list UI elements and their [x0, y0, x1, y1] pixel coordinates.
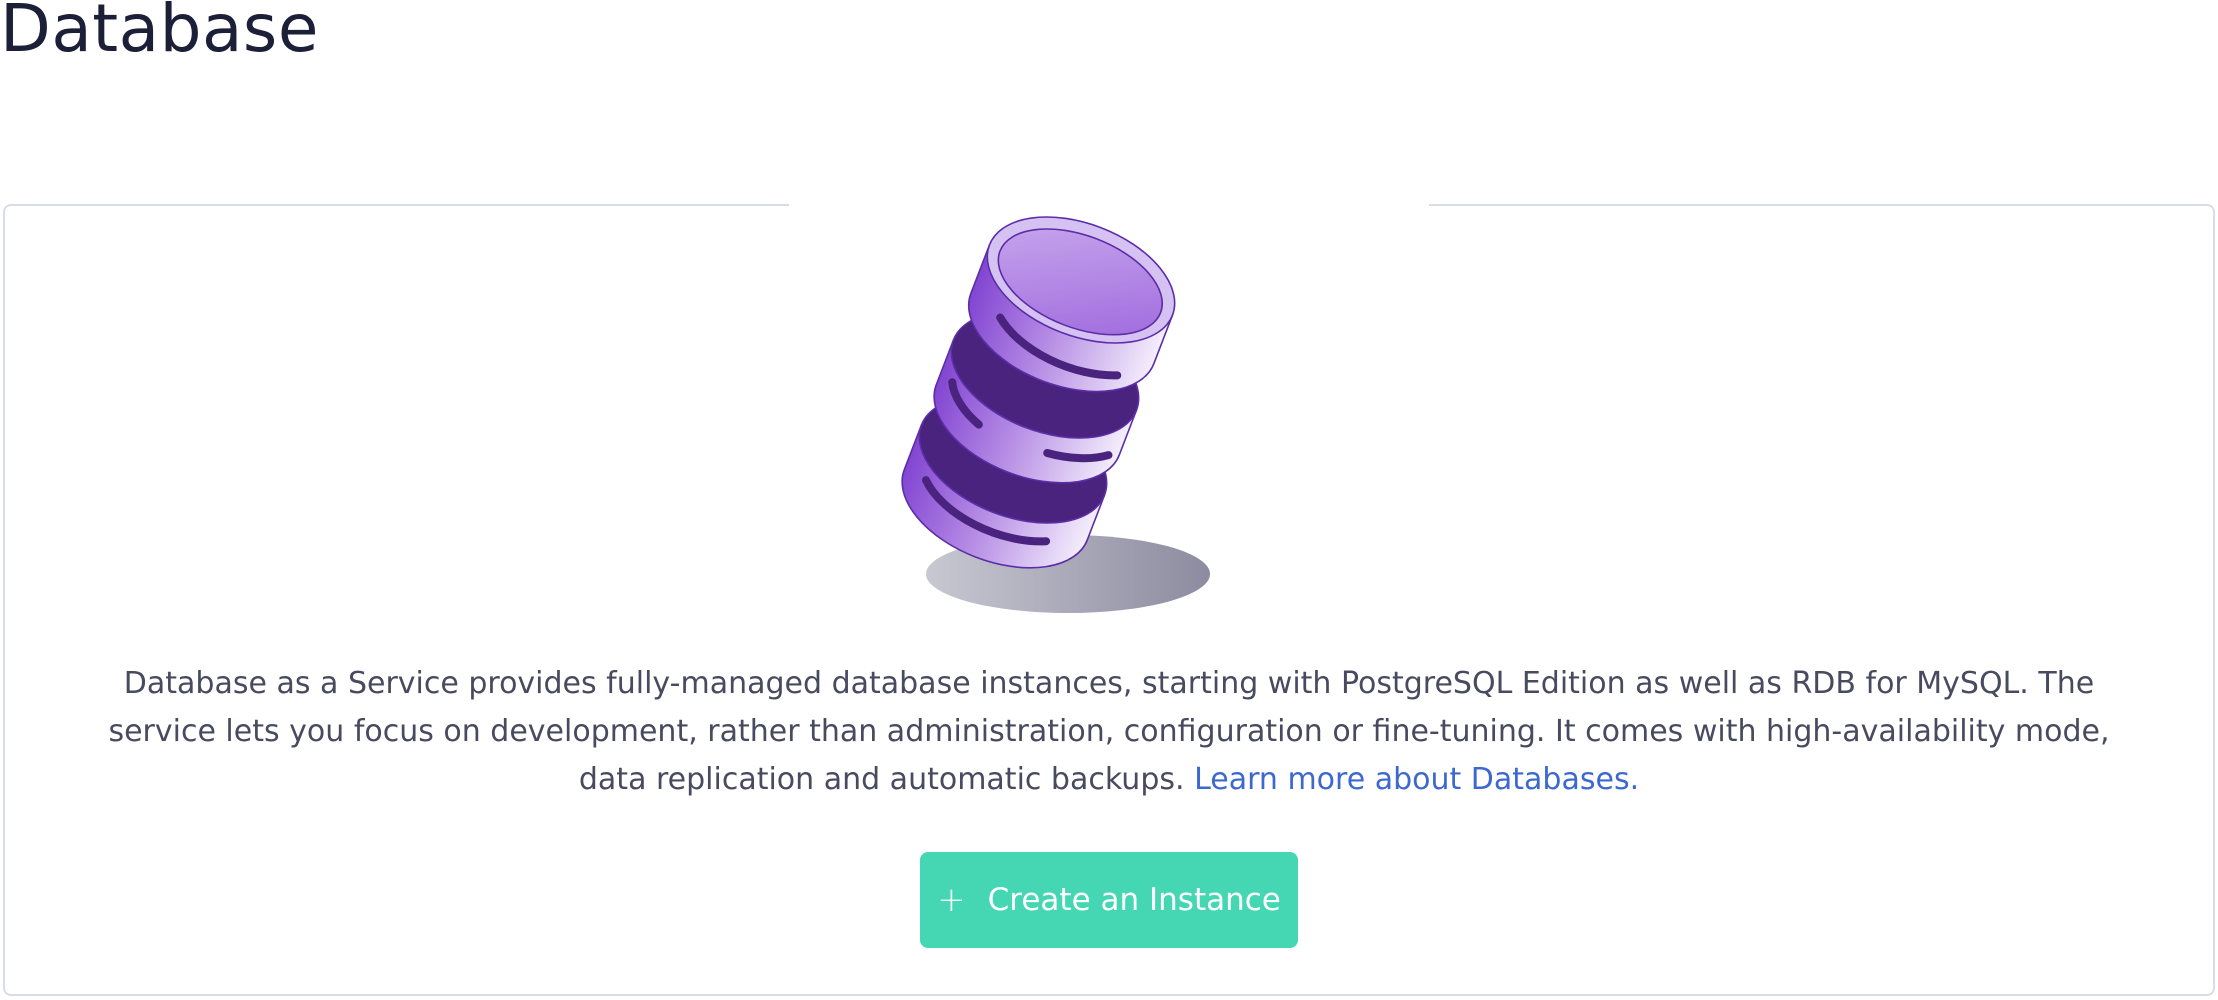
create-instance-label: Create an Instance	[987, 882, 1281, 918]
create-instance-button[interactable]: + Create an Instance	[920, 852, 1298, 948]
database-stack-icon	[901, 216, 1210, 613]
plus-icon: +	[937, 880, 966, 920]
service-description: Database as a Service provides fully-man…	[100, 660, 2118, 804]
page-title: Database	[0, 0, 319, 67]
description-text: Database as a Service provides fully-man…	[108, 666, 2110, 797]
database-page: Database Database as a Service provides …	[0, 0, 2218, 1000]
learn-more-link[interactable]: Learn more about Databases.	[1194, 762, 1639, 797]
